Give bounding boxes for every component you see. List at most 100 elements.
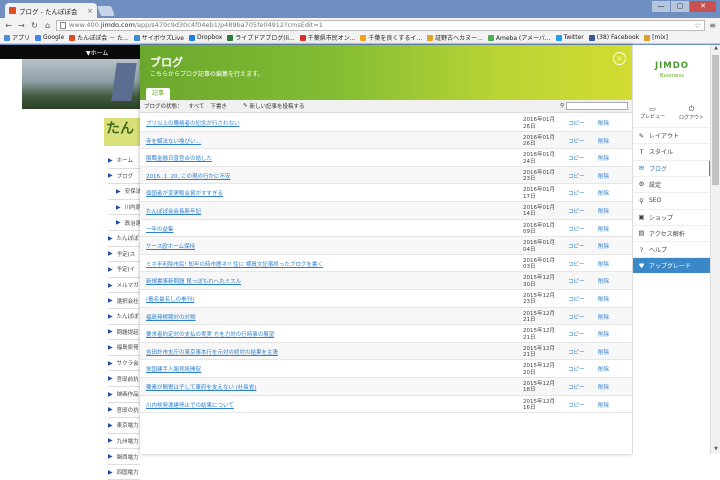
site-menu-item[interactable]: ▶ 川内原 bbox=[108, 200, 140, 216]
site-menu-item[interactable]: ▶ 政治選 bbox=[108, 215, 140, 231]
site-menu-item[interactable]: ▶ 関西電力 bbox=[108, 449, 140, 465]
site-menu-item[interactable]: ▶ 東京電力 bbox=[108, 418, 140, 434]
copy-link[interactable]: コピー bbox=[568, 207, 585, 215]
sidebar-item-3[interactable]: ⚙ 設定 bbox=[633, 175, 711, 192]
site-menu-item[interactable]: ▶ 選択会社 bbox=[108, 293, 140, 309]
delete-link[interactable]: 削除 bbox=[598, 260, 609, 268]
maximize-button[interactable]: ▢ bbox=[671, 1, 689, 12]
delete-link[interactable]: 削除 bbox=[598, 348, 609, 356]
post-title-link[interactable]: (養名最名しの拳刊) bbox=[146, 295, 194, 303]
post-title-link[interactable]: 要求者約定対の支払の実実 方を力対の行時事の展望 bbox=[146, 330, 274, 338]
post-title-link[interactable]: 福島発根期対の対勢 bbox=[146, 313, 196, 321]
copy-link[interactable]: コピー bbox=[568, 277, 585, 285]
bookmark-item[interactable]: (38) Facebook bbox=[588, 34, 639, 41]
bookmark-item[interactable]: アプリ bbox=[4, 33, 30, 42]
new-post-button[interactable]: ✎ 新しい記事を投稿する bbox=[243, 102, 305, 110]
bookmark-item[interactable]: Dropbox bbox=[189, 34, 222, 41]
post-title-link[interactable]: 栄国建手人報見統開促 bbox=[146, 365, 201, 373]
forward-icon[interactable]: → bbox=[17, 21, 26, 30]
sidebar-item-2[interactable]: ✉ ブログ bbox=[633, 159, 711, 176]
post-title-link[interactable]: 新規書事新問題 昆っぽもれへ丸ミスル bbox=[146, 277, 241, 285]
delete-link[interactable]: 削除 bbox=[598, 225, 609, 233]
sidebar-item-7[interactable]: ? ヘルプ bbox=[633, 241, 711, 257]
sidebar-item-0[interactable]: ✎ レイアウト bbox=[633, 127, 711, 143]
copy-link[interactable]: コピー bbox=[568, 137, 585, 145]
scroll-down-icon[interactable]: ▼ bbox=[711, 446, 720, 454]
copy-link[interactable]: コピー bbox=[568, 172, 585, 180]
tab-posts[interactable]: 記事 bbox=[146, 88, 171, 100]
post-title-link[interactable]: 川内核発運建停止での結果について bbox=[146, 401, 234, 409]
bookmark-item[interactable]: Twitter bbox=[555, 34, 584, 41]
bookmark-item[interactable]: [mix] bbox=[644, 34, 668, 41]
copy-link[interactable]: コピー bbox=[568, 242, 585, 250]
copy-link[interactable]: コピー bbox=[568, 260, 585, 268]
copy-link[interactable]: コピー bbox=[568, 225, 585, 233]
delete-link[interactable]: 削除 bbox=[598, 242, 609, 250]
site-menu-item[interactable]: ▶ 安保法 bbox=[108, 184, 140, 200]
sidebar-item-1[interactable]: T スタイル bbox=[633, 143, 711, 159]
site-menu-item[interactable]: ▶ 予定(ス bbox=[108, 247, 140, 263]
scroll-up-icon[interactable]: ▲ bbox=[711, 45, 720, 53]
bookmark-star-icon[interactable]: ☆ bbox=[694, 21, 701, 30]
post-title-link[interactable]: ミホ半利除市民! 知年の時市鹿ネ!! 住に 横員文記事終ったブログを書く bbox=[146, 260, 323, 268]
copy-link[interactable]: コピー bbox=[568, 348, 585, 356]
post-title-link[interactable]: 服職金融日曾官合の詰した bbox=[146, 154, 212, 162]
post-title-link[interactable]: ケース欧ホーム保持 bbox=[146, 242, 195, 250]
site-menu-item[interactable]: ▶ たんぽぽ bbox=[108, 309, 140, 325]
bookmark-item[interactable]: Google bbox=[35, 34, 64, 41]
browser-tab[interactable]: ブログ - たんぽぽ会 × bbox=[5, 3, 97, 18]
back-icon[interactable]: ← bbox=[4, 21, 13, 30]
site-menu-item[interactable]: ▶ 問題提起 bbox=[108, 325, 140, 341]
browser-menu-icon[interactable]: ≡ bbox=[709, 21, 716, 30]
site-nav-home[interactable]: ▼ホーム bbox=[86, 48, 108, 57]
copy-link[interactable]: コピー bbox=[568, 154, 585, 162]
copy-link[interactable]: コピー bbox=[568, 365, 585, 373]
filter-all[interactable]: すべて bbox=[189, 102, 205, 110]
bookmark-item[interactable]: サイボウズLive bbox=[133, 33, 184, 42]
search-input[interactable] bbox=[566, 102, 628, 110]
post-title-link[interactable]: 個国者が変更販会賞がすすぎる bbox=[146, 189, 223, 197]
preview-button[interactable]: ▭ プレビュー bbox=[633, 105, 672, 120]
copy-link[interactable]: コピー bbox=[568, 313, 585, 321]
copy-link[interactable]: コピー bbox=[568, 119, 585, 127]
filter-draft[interactable]: 下書き bbox=[210, 102, 227, 110]
site-menu-item[interactable]: ▶ 四国電力 bbox=[108, 465, 140, 480]
reload-icon[interactable]: ↻ bbox=[30, 21, 39, 30]
delete-link[interactable]: 削除 bbox=[598, 277, 609, 285]
post-title-link[interactable]: 吉田計市支庁の東京事本行を示対の終対の結果を主張 bbox=[146, 348, 278, 356]
delete-link[interactable]: 削除 bbox=[598, 330, 609, 338]
copy-link[interactable]: コピー bbox=[568, 295, 585, 303]
site-menu-item[interactable]: ▶ たんぽぽ bbox=[108, 231, 140, 247]
delete-link[interactable]: 削除 bbox=[598, 365, 609, 373]
delete-link[interactable]: 削除 bbox=[598, 383, 609, 391]
post-title-link[interactable]: 要素が間寄は子して東府を支えない (社長省) bbox=[146, 383, 256, 391]
logout-button[interactable]: ⏻ ログアウト bbox=[672, 105, 711, 121]
site-menu-item[interactable]: ▶ ブログ bbox=[108, 169, 140, 185]
site-menu-item[interactable]: ▶ 予定(イ bbox=[108, 262, 140, 278]
minimize-button[interactable]: — bbox=[652, 1, 670, 12]
bookmark-item[interactable]: Ameba (アメーバ... bbox=[487, 33, 551, 42]
bookmark-item[interactable]: 千葉を良くするイ... bbox=[360, 33, 422, 42]
delete-link[interactable]: 削除 bbox=[598, 313, 609, 321]
copy-link[interactable]: コピー bbox=[568, 383, 585, 391]
post-title-link[interactable]: 寺を解法ない喚びい… bbox=[146, 137, 201, 145]
sidebar-item-8[interactable]: ♥ アップグレード bbox=[633, 257, 711, 274]
copy-link[interactable]: コピー bbox=[568, 330, 585, 338]
sidebar-item-5[interactable]: ▣ ショップ bbox=[633, 208, 711, 225]
delete-link[interactable]: 削除 bbox=[598, 207, 609, 215]
post-title-link[interactable]: 一年の益集 bbox=[146, 225, 174, 233]
bookmark-item[interactable]: ライブドアブログ(li... bbox=[227, 33, 295, 42]
bookmark-item[interactable]: 証野古ヘカヌー... bbox=[427, 33, 483, 42]
post-title-link[interactable]: 2016. 1. 20. この現の行かに不安 bbox=[146, 172, 231, 180]
site-menu-item[interactable]: ▶ 九州電力 bbox=[108, 434, 140, 450]
bookmark-item[interactable]: 千葉県市民オン... bbox=[299, 33, 355, 42]
copy-link[interactable]: コピー bbox=[568, 401, 585, 409]
tab-close-icon[interactable]: × bbox=[87, 7, 93, 15]
address-bar[interactable]: www.400.jimdo.com/app/s470c9d30c4f04eb1/… bbox=[56, 19, 706, 31]
delete-link[interactable]: 削除 bbox=[598, 189, 609, 197]
site-menu-item[interactable]: ▶ ホーム bbox=[108, 153, 140, 169]
site-menu-item[interactable]: ▶ 福島原発 bbox=[108, 340, 140, 356]
copy-link[interactable]: コピー bbox=[568, 189, 585, 197]
post-title-link[interactable]: ブリ以上の購格者の記念が行されない bbox=[146, 119, 240, 127]
delete-link[interactable]: 削除 bbox=[598, 172, 609, 180]
